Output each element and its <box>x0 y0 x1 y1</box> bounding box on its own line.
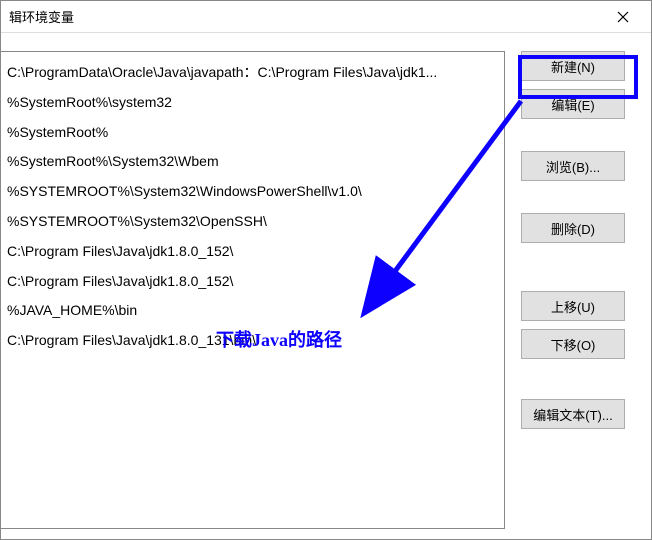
list-item[interactable]: %JAVA_HOME%\bin <box>1 296 504 326</box>
window-title: 辑环境变量 <box>9 7 603 26</box>
spacer <box>521 367 641 399</box>
browse-button[interactable]: 浏览(B)... <box>521 151 625 181</box>
list-item[interactable]: %SystemRoot% <box>1 118 504 148</box>
close-button[interactable] <box>603 2 643 32</box>
close-icon <box>617 11 629 23</box>
spacer <box>521 127 641 151</box>
edit-text-button[interactable]: 编辑文本(T)... <box>521 399 625 429</box>
delete-button[interactable]: 删除(D) <box>521 213 625 243</box>
env-var-edit-dialog: 辑环境变量 C:\ProgramData\Oracle\Java\javapat… <box>0 0 652 540</box>
path-listbox[interactable]: C:\ProgramData\Oracle\Java\javapath：C:\P… <box>1 51 505 529</box>
titlebar: 辑环境变量 <box>1 1 651 33</box>
list-item[interactable]: %SYSTEMROOT%\System32\WindowsPowerShell\… <box>1 177 504 207</box>
list-item[interactable]: %SystemRoot%\System32\Wbem <box>1 147 504 177</box>
button-column: 新建(N) 编辑(E) 浏览(B)... 删除(D) 上移(U) 下移(O) 编… <box>521 51 641 529</box>
move-up-button[interactable]: 上移(U) <box>521 291 625 321</box>
list-item[interactable]: C:\ProgramData\Oracle\Java\javapath：C:\P… <box>1 58 504 88</box>
new-button[interactable]: 新建(N) <box>521 51 625 81</box>
spacer <box>521 189 641 213</box>
edit-button[interactable]: 编辑(E) <box>521 89 625 119</box>
list-item[interactable]: C:\Program Files\Java\jdk1.8.0_131\bin\ <box>1 326 504 356</box>
dialog-body: C:\ProgramData\Oracle\Java\javapath：C:\P… <box>1 33 651 539</box>
list-item[interactable]: %SystemRoot%\system32 <box>1 88 504 118</box>
list-item[interactable]: C:\Program Files\Java\jdk1.8.0_152\ <box>1 267 504 297</box>
list-item[interactable]: %SYSTEMROOT%\System32\OpenSSH\ <box>1 207 504 237</box>
spacer <box>521 251 641 291</box>
list-item[interactable]: C:\Program Files\Java\jdk1.8.0_152\ <box>1 237 504 267</box>
move-down-button[interactable]: 下移(O) <box>521 329 625 359</box>
